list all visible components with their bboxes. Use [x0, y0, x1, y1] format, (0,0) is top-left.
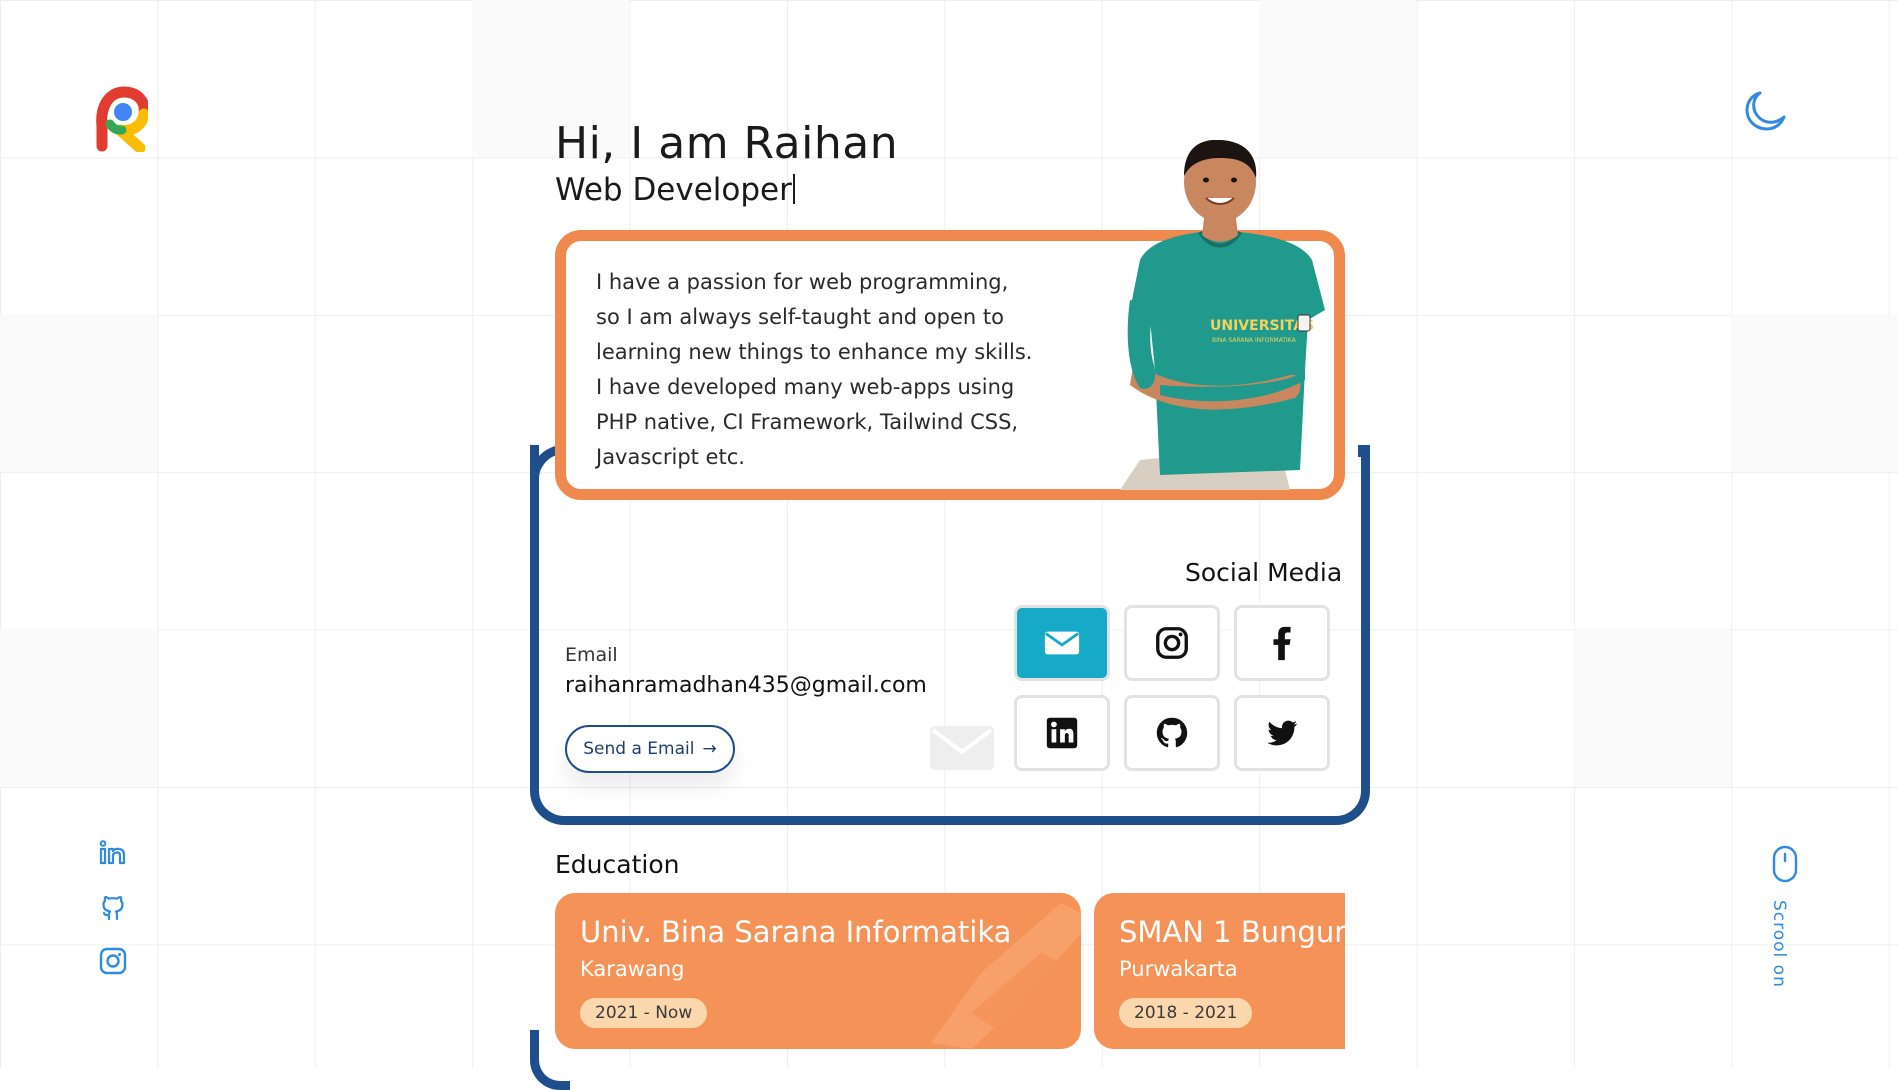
grid-shade	[1259, 0, 1416, 157]
education-card[interactable]: SMAN 1 Bungursari Purwakarta 2018 - 2021	[1094, 893, 1345, 1049]
typing-cursor	[792, 174, 795, 204]
instagram-icon	[1156, 627, 1188, 659]
school-name: Univ. Bina Sarana Informatika	[580, 915, 1012, 949]
hero-greeting: Hi, I am Raihan	[555, 118, 899, 169]
envelope-icon	[1044, 631, 1080, 655]
grid-shade	[0, 315, 157, 472]
about-line: Javascript etc.	[596, 445, 745, 469]
email-social-button[interactable]	[1014, 605, 1110, 681]
about-line: PHP native, CI Framework, Tailwind CSS,	[596, 410, 1019, 434]
send-email-label: Send a Email	[583, 739, 695, 759]
twitter-button[interactable]	[1234, 695, 1330, 771]
grid-shade	[1731, 315, 1898, 472]
linkedin-icon[interactable]	[98, 838, 128, 868]
school-city: Karawang	[580, 957, 685, 981]
role-text: Web Developer	[555, 172, 792, 208]
school-years: 2021 - Now	[580, 998, 708, 1028]
send-email-button[interactable]: Send a Email →	[565, 725, 735, 773]
education-card[interactable]: Univ. Bina Sarana Informatika Karawang 2…	[555, 893, 1081, 1049]
moon-icon[interactable]	[1744, 88, 1788, 132]
github-button[interactable]	[1124, 695, 1220, 771]
grid-shade	[1574, 630, 1731, 787]
github-icon[interactable]	[98, 892, 128, 922]
shirt-print-sub: BINA SARANA INFORMATIKA	[1212, 337, 1297, 344]
school-name: SMAN 1 Bungursari	[1119, 915, 1345, 949]
about-line: I have developed many web-apps using	[596, 375, 1015, 399]
school-city: Purwakarta	[1119, 957, 1238, 981]
github-icon	[1156, 717, 1188, 748]
social-media-title: Social Media	[1185, 558, 1343, 587]
school-years: 2018 - 2021	[1119, 998, 1253, 1028]
scroll-label: Scrool on	[1769, 900, 1789, 988]
envelope-icon	[930, 724, 994, 772]
site-logo[interactable]	[96, 86, 150, 154]
grid-shade	[0, 630, 157, 787]
hero-role: Web Developer	[555, 172, 795, 208]
instagram-button[interactable]	[1124, 605, 1220, 681]
linkedin-icon	[1046, 717, 1078, 749]
profile-photo: UNIVERSITAS BINA SARANA INFORMATIKA	[1100, 139, 1340, 490]
facebook-icon	[1273, 626, 1291, 661]
email-label: Email	[565, 644, 618, 666]
about-line: I have a passion for web programming,	[596, 270, 1009, 294]
education-carousel[interactable]: Univ. Bina Sarana Informatika Karawang 2…	[555, 893, 1345, 1053]
side-social-links	[98, 838, 128, 1000]
about-line: so I am always self-taught and open to	[596, 305, 1004, 329]
mouse-icon[interactable]	[1770, 845, 1800, 889]
education-title: Education	[555, 850, 680, 879]
twitter-icon	[1267, 720, 1298, 746]
about-text: I have a passion for web programming, so…	[596, 265, 1036, 475]
email-address[interactable]: raihanramadhan435@gmail.com	[565, 673, 927, 698]
arrow-right-icon: →	[702, 739, 717, 759]
instagram-icon[interactable]	[98, 946, 128, 976]
facebook-button[interactable]	[1234, 605, 1330, 681]
about-line: learning new things to enhance my skills…	[596, 340, 1033, 364]
frame-corner	[1358, 445, 1370, 457]
linkedin-button[interactable]	[1014, 695, 1110, 771]
